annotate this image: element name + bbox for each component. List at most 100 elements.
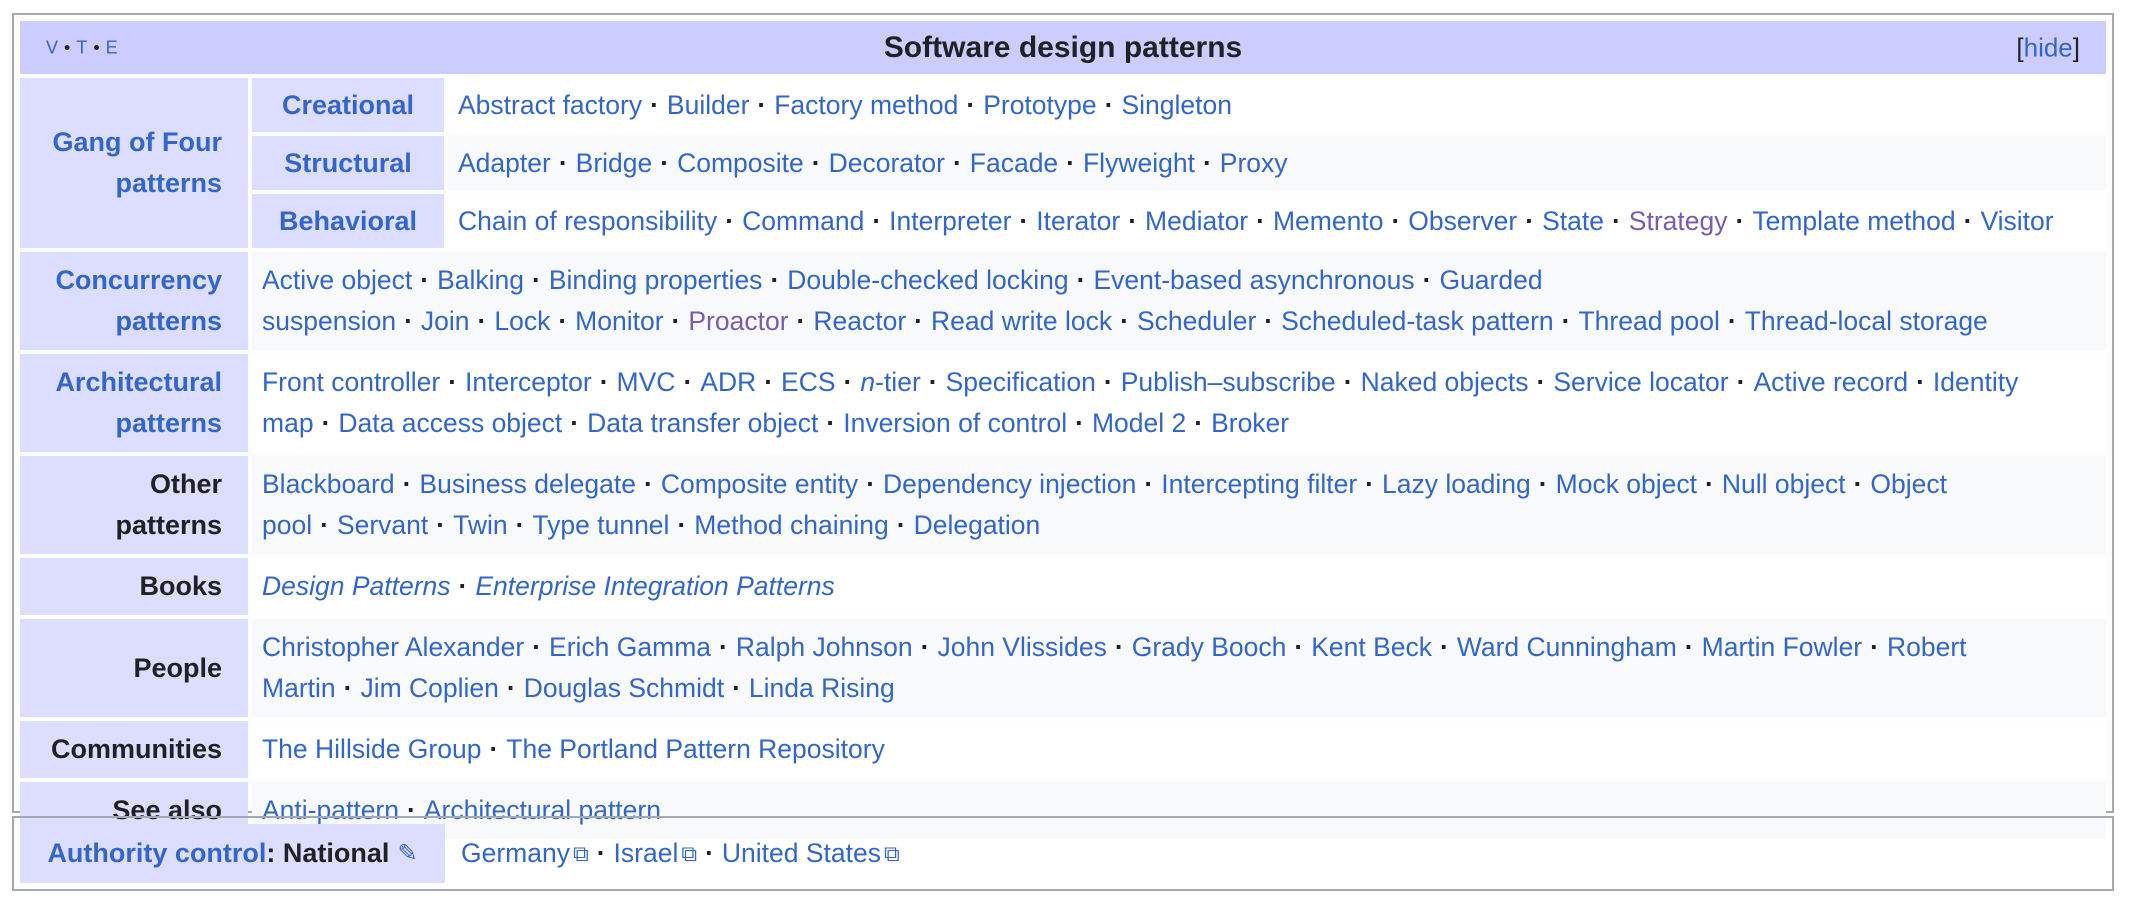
link-state[interactable]: State [1542,206,1604,236]
link-singleton[interactable]: Singleton [1121,90,1232,120]
link-erich-gamma[interactable]: Erich Gamma [549,632,711,662]
link-scheduler[interactable]: Scheduler [1137,306,1256,336]
link-command[interactable]: Command [742,206,864,236]
link-join[interactable]: Join [421,306,470,336]
link-prototype[interactable]: Prototype [983,90,1096,120]
link-builder[interactable]: Builder [667,90,750,120]
subgroup-row-behavioral: Behavioral Chain of responsibility · Comman… [252,194,2106,248]
link-mock-object[interactable]: Mock object [1556,469,1697,499]
link-dependency-injection[interactable]: Dependency injection [883,469,1136,499]
link-data-access-object[interactable]: Data access object [338,408,562,438]
link-interpreter[interactable]: Interpreter [889,206,1011,236]
link-enterprise-integration-patterns[interactable]: Enterprise Integration Patterns [475,571,834,601]
group-link-concurrency-patterns[interactable]: Concurrency patterns [52,260,222,342]
link-douglas-schmidt[interactable]: Douglas Schmidt [524,673,724,703]
talk-template-link[interactable]: T [76,37,88,58]
link-israel[interactable]: Israel [614,838,679,869]
link-linda-rising[interactable]: Linda Rising [749,673,895,703]
link-n-tier[interactable]: n-tier [860,367,920,397]
link-grady-booch[interactable]: Grady Booch [1132,632,1287,662]
link-proactor[interactable]: Proactor [688,306,788,336]
link-intercepting-filter[interactable]: Intercepting filter [1161,469,1357,499]
link-facade[interactable]: Facade [970,148,1058,178]
pencil-icon[interactable]: ✎ [397,839,417,868]
link-abstract-factory[interactable]: Abstract factory [458,90,642,120]
link-publish-subscribe[interactable]: Publish–subscribe [1121,367,1336,397]
link-lock[interactable]: Lock [494,306,550,336]
link-template-method[interactable]: Template method [1752,206,1955,236]
link-the-portland-pattern-repository[interactable]: The Portland Pattern Repository [506,734,885,764]
link-specification[interactable]: Specification [946,367,1096,397]
link-iterator[interactable]: Iterator [1036,206,1120,236]
hide-button[interactable]: hide [2024,32,2073,62]
link-inversion-of-control[interactable]: Inversion of control [843,408,1067,438]
link-servant[interactable]: Servant [337,510,428,540]
link-reactor[interactable]: Reactor [813,306,906,336]
link-chain-of-responsibility[interactable]: Chain of responsibility [458,206,717,236]
link-the-hillside-group[interactable]: The Hillside Group [262,734,481,764]
subgroup-link-behavioral[interactable]: Behavioral [279,206,417,237]
link-business-delegate[interactable]: Business delegate [419,469,636,499]
link-mvc[interactable]: MVC [617,367,676,397]
link-memento[interactable]: Memento [1273,206,1383,236]
link-read-write-lock[interactable]: Read write lock [931,306,1112,336]
link-monitor[interactable]: Monitor [575,306,663,336]
link-strategy[interactable]: Strategy [1629,206,1728,236]
link-united-states[interactable]: United States [722,838,881,869]
subgroup-link-creational[interactable]: Creational [282,90,414,121]
link-adr[interactable]: ADR [700,367,756,397]
link-double-checked-locking[interactable]: Double-checked locking [787,265,1068,295]
separator: · [558,306,568,336]
link-ralph-johnson[interactable]: Ralph Johnson [736,632,913,662]
link-blackboard[interactable]: Blackboard [262,469,395,499]
link-flyweight[interactable]: Flyweight [1083,148,1195,178]
link-type-tunnel[interactable]: Type tunnel [532,510,669,540]
view-template-link[interactable]: V [46,37,59,58]
link-martin-fowler[interactable]: Martin Fowler [1702,632,1863,662]
link-lazy-loading[interactable]: Lazy loading [1382,469,1531,499]
link-design-patterns[interactable]: Design Patterns [262,571,451,601]
link-data-transfer-object[interactable]: Data transfer object [587,408,818,438]
link-active-object[interactable]: Active object [262,265,412,295]
link-interceptor[interactable]: Interceptor [465,367,592,397]
link-null-object[interactable]: Null object [1722,469,1846,499]
link-event-based-asynchronous[interactable]: Event-based asynchronous [1093,265,1414,295]
separator: · [1611,205,1621,236]
link-thread-local-storage[interactable]: Thread-local storage [1745,306,1988,336]
link-bridge[interactable]: Bridge [576,148,653,178]
link-decorator[interactable]: Decorator [829,148,945,178]
authority-control-link[interactable]: Authority control [47,838,266,869]
link-jim-coplien[interactable]: Jim Coplien [360,673,498,703]
link-kent-beck[interactable]: Kent Beck [1311,632,1432,662]
link-twin[interactable]: Twin [453,510,508,540]
edit-template-link[interactable]: E [106,37,119,58]
link-ecs[interactable]: ECS [781,367,836,397]
link-observer[interactable]: Observer [1408,206,1517,236]
gof-patterns-link[interactable]: Gang of Four patterns [30,122,222,204]
link-proxy[interactable]: Proxy [1220,148,1288,178]
link-adapter[interactable]: Adapter [458,148,551,178]
link-service-locator[interactable]: Service locator [1553,367,1728,397]
link-front-controller[interactable]: Front controller [262,367,440,397]
link-mediator[interactable]: Mediator [1145,206,1248,236]
link-factory-method[interactable]: Factory method [774,90,958,120]
link-ward-cunningham[interactable]: Ward Cunningham [1457,632,1677,662]
link-naked-objects[interactable]: Naked objects [1361,367,1529,397]
link-visitor[interactable]: Visitor [1980,206,2053,236]
link-scheduled-task-pattern[interactable]: Scheduled-task pattern [1281,306,1554,336]
link-binding-properties[interactable]: Binding properties [549,265,763,295]
link-active-record[interactable]: Active record [1753,367,1908,397]
group-link-architectural-patterns[interactable]: Architectural patterns [52,362,222,444]
link-broker[interactable]: Broker [1211,408,1289,438]
link-composite-entity[interactable]: Composite entity [661,469,858,499]
link-model-2[interactable]: Model 2 [1092,408,1186,438]
link-thread-pool[interactable]: Thread pool [1578,306,1719,336]
link-balking[interactable]: Balking [437,265,524,295]
link-method-chaining[interactable]: Method chaining [694,510,888,540]
link-germany[interactable]: Germany [461,838,570,869]
link-christopher-alexander[interactable]: Christopher Alexander [262,632,524,662]
link-composite[interactable]: Composite [677,148,804,178]
subgroup-link-structural[interactable]: Structural [284,148,412,179]
link-john-vlissides[interactable]: John Vlissides [937,632,1106,662]
link-delegation[interactable]: Delegation [914,510,1041,540]
